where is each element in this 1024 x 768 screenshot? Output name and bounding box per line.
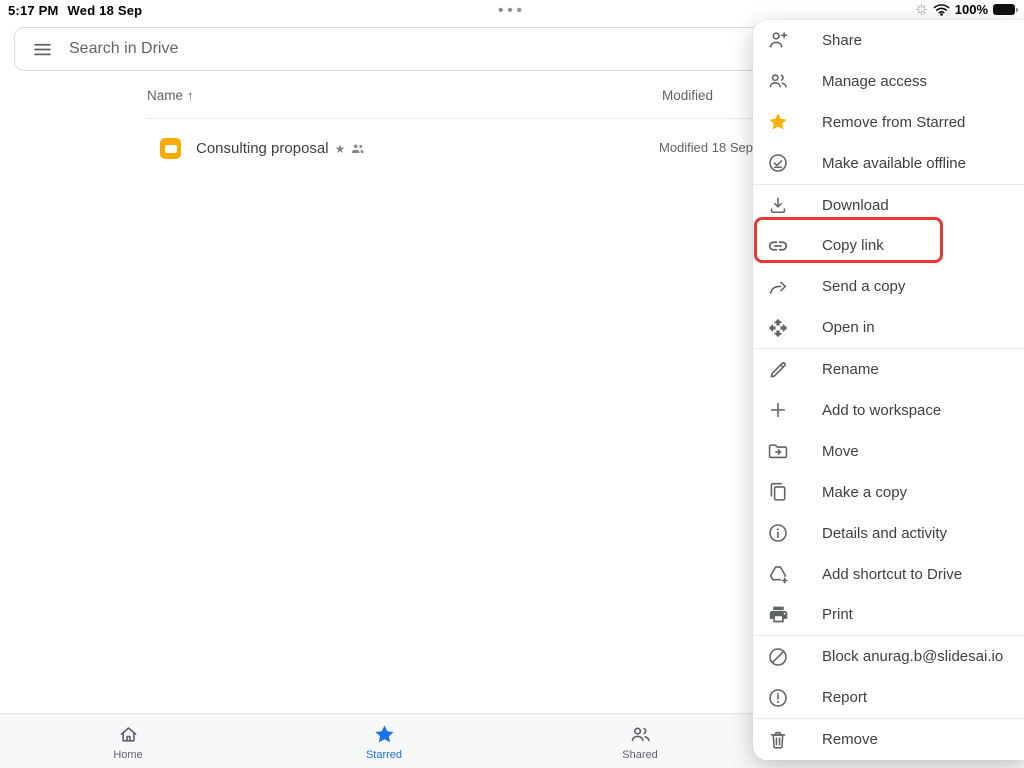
drive-add-icon xyxy=(766,562,790,586)
open-with-icon xyxy=(766,316,790,340)
link-icon xyxy=(766,234,790,258)
plus-icon xyxy=(766,398,790,422)
hamburger-menu-icon[interactable] xyxy=(32,39,53,60)
menu-item-manage-access[interactable]: Manage access xyxy=(753,61,1024,102)
sort-ascending-icon: ↑ xyxy=(187,88,194,103)
starred-icon xyxy=(373,723,396,746)
status-bar: 5:17 PMWed 18 Sep ••• 100% xyxy=(0,0,1024,22)
column-header-modified[interactable]: Modified xyxy=(662,88,713,103)
shared-icon xyxy=(629,723,652,746)
tab-shared[interactable]: Shared xyxy=(512,714,768,768)
column-header-name[interactable]: Name↑ xyxy=(147,88,194,103)
star-icon xyxy=(766,110,790,134)
wifi-icon xyxy=(933,3,950,16)
tab-home-label: Home xyxy=(113,749,142,761)
menu-item-move[interactable]: Move xyxy=(753,431,1024,472)
menu-item-details-and-activity[interactable]: Details and activity xyxy=(753,513,1024,554)
slides-file-icon xyxy=(160,138,181,159)
starred-badge-icon: ★ xyxy=(335,143,346,155)
menu-item-rename[interactable]: Rename xyxy=(753,348,1024,390)
context-menu: Share Manage access Remove from Starred xyxy=(753,20,1024,760)
battery-icon xyxy=(993,4,1018,15)
menu-item-block-user[interactable]: Block anurag.b@slidesai.io xyxy=(753,635,1024,677)
tab-starred[interactable]: Starred xyxy=(256,714,512,768)
report-icon xyxy=(766,686,790,710)
menu-item-copy-link[interactable]: Copy link xyxy=(753,225,1024,266)
multitask-handle-icon[interactable]: ••• xyxy=(0,2,1024,19)
menu-item-add-shortcut-to-drive[interactable]: Add shortcut to Drive xyxy=(753,554,1024,595)
menu-item-send-a-copy[interactable]: Send a copy xyxy=(753,266,1024,307)
menu-item-download[interactable]: Download xyxy=(753,184,1024,226)
trash-icon xyxy=(766,728,790,752)
tab-shared-label: Shared xyxy=(622,749,657,761)
file-modified-date: Modified 18 Sep xyxy=(659,140,753,155)
person-add-icon xyxy=(766,28,790,52)
menu-item-print[interactable]: Print xyxy=(753,594,1024,635)
shared-people-icon xyxy=(351,143,365,154)
menu-item-make-available-offline[interactable]: Make available offline xyxy=(753,143,1024,184)
status-indicators: 100% xyxy=(915,2,1018,17)
offline-pin-icon xyxy=(766,151,790,175)
tab-starred-label: Starred xyxy=(366,749,402,761)
menu-item-report[interactable]: Report xyxy=(753,677,1024,718)
folder-move-icon xyxy=(766,439,790,463)
forward-arrow-icon xyxy=(766,275,790,299)
block-icon xyxy=(766,645,790,669)
menu-item-open-in[interactable]: Open in xyxy=(753,307,1024,348)
download-icon xyxy=(766,193,790,217)
copy-pages-icon xyxy=(766,480,790,504)
tab-home[interactable]: Home xyxy=(0,714,256,768)
file-title-group: Consulting proposal ★ xyxy=(196,132,365,165)
menu-item-add-to-workspace[interactable]: Add to workspace xyxy=(753,390,1024,431)
menu-item-remove-from-starred[interactable]: Remove from Starred xyxy=(753,102,1024,143)
info-icon xyxy=(766,521,790,545)
pencil-icon xyxy=(766,358,790,382)
menu-item-remove[interactable]: Remove xyxy=(753,718,1024,760)
menu-item-share[interactable]: Share xyxy=(753,20,1024,61)
battery-percent: 100% xyxy=(955,2,988,17)
file-name: Consulting proposal xyxy=(196,140,329,157)
home-icon xyxy=(117,723,140,746)
printer-icon xyxy=(766,603,790,627)
people-icon xyxy=(766,69,790,93)
menu-item-make-a-copy[interactable]: Make a copy xyxy=(753,472,1024,513)
activity-spinner-icon xyxy=(915,3,928,16)
search-input[interactable]: Search in Drive xyxy=(69,40,178,58)
